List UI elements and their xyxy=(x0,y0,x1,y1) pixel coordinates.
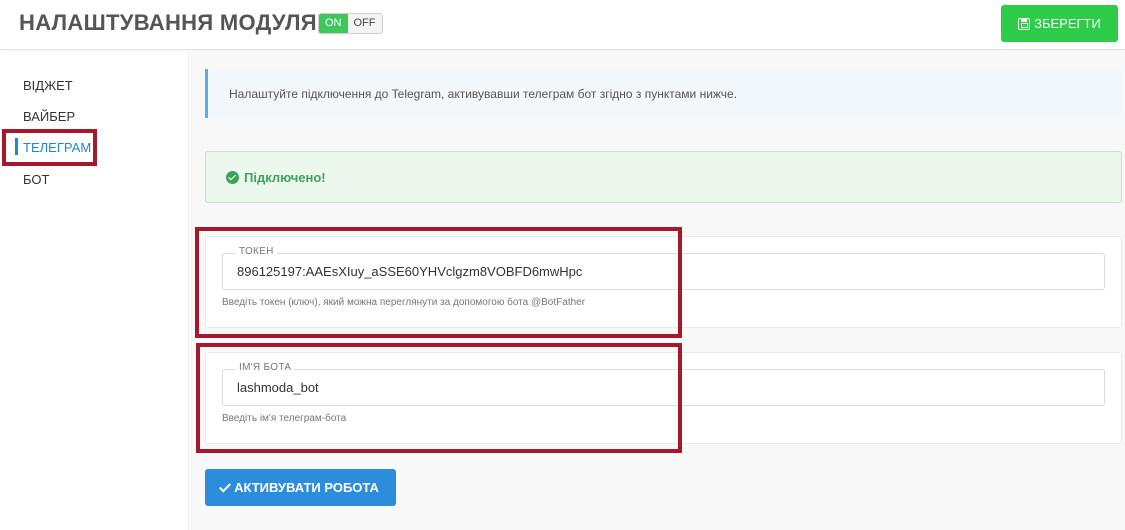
sidebar-item-viber[interactable]: ВАЙБЕР xyxy=(23,109,75,124)
header-bar: НАЛАШТУВАННЯ МОДУЛЯ ON OFF ЗБЕРЕГТИ xyxy=(0,0,1125,50)
save-button[interactable]: ЗБЕРЕГТИ xyxy=(1001,5,1118,42)
toggle-on-option[interactable]: ON xyxy=(319,14,348,33)
connection-status: Підключено! xyxy=(244,170,326,185)
check-circle-icon xyxy=(226,171,239,184)
page-title: НАЛАШТУВАННЯ МОДУЛЯ xyxy=(19,10,317,35)
highlight-box-botname xyxy=(196,343,682,453)
info-text: Налаштуйте підключення до Telegram, акти… xyxy=(229,87,738,101)
highlight-box-token xyxy=(195,227,682,338)
checkmark-icon xyxy=(219,479,232,493)
info-alert: Налаштуйте підключення до Telegram, акти… xyxy=(205,69,1122,118)
highlight-box-telegram xyxy=(2,129,97,166)
success-alert: Підключено! xyxy=(205,151,1122,203)
sidebar-item-widget[interactable]: ВІДЖЕТ xyxy=(23,78,73,93)
sidebar-item-bot[interactable]: БОТ xyxy=(23,172,49,187)
floppy-disk-icon xyxy=(1018,17,1031,30)
activate-bot-button[interactable]: АКТИВУВАТИ РОБОТА xyxy=(205,469,396,506)
activate-bot-label: АКТИВУВАТИ РОБОТА xyxy=(234,480,379,495)
save-button-label: ЗБЕРЕГТИ xyxy=(1034,16,1101,31)
toggle-off-option[interactable]: OFF xyxy=(347,14,382,33)
module-toggle[interactable]: ON OFF xyxy=(318,13,383,34)
